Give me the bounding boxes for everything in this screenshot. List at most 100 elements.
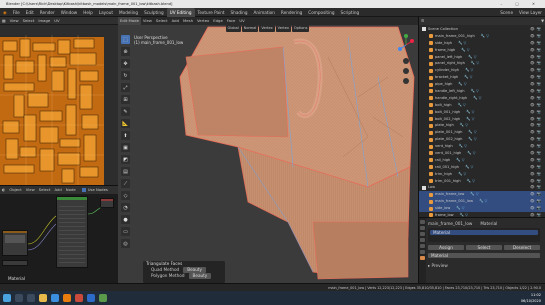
visibility-toggle-icon[interactable]: 👁📷 <box>530 178 545 185</box>
view-layer-selector[interactable]: View Layer <box>516 8 545 17</box>
visibility-toggle-icon[interactable]: 👁📷 <box>530 157 545 164</box>
modifier-icon[interactable]: 🔧▽ <box>467 150 476 157</box>
modifier-icon[interactable]: 🔧▽ <box>456 157 465 164</box>
system-clock[interactable]: 11:02 06/10/2020 <box>521 292 541 304</box>
browser-icon[interactable] <box>51 294 59 302</box>
viewport-menu-edge[interactable]: Edge <box>211 17 225 25</box>
visibility-toggle-icon[interactable]: 👁📷 <box>530 150 545 157</box>
task-view-icon[interactable] <box>27 294 35 302</box>
viewport-menu-face[interactable]: Face <box>225 17 238 25</box>
uv-menu-image[interactable]: Image <box>36 17 52 25</box>
visibility-toggle-icon[interactable]: 👁📷 <box>530 136 545 143</box>
modifier-icon[interactable]: 🔧▽ <box>458 40 467 47</box>
image-texture-node[interactable] <box>2 230 28 256</box>
outliner-row[interactable]: frame_high 🔧▽ 👁📷 <box>419 47 545 54</box>
outliner-row[interactable]: pipe_high 🔧▽ 👁📷 <box>419 81 545 88</box>
outliner-row[interactable]: plate_001_high 🔧▽ 👁📷 <box>419 129 545 136</box>
tab-scripting[interactable]: Scripting <box>338 8 363 17</box>
output-tab-icon[interactable] <box>420 232 425 236</box>
visibility-toggle-icon[interactable]: 👁📷 <box>530 26 545 33</box>
transform-tool-icon[interactable]: ⊞ <box>121 95 130 104</box>
modifier-icon[interactable]: 🔧▽ <box>470 191 479 198</box>
render-tab-icon[interactable] <box>420 226 425 230</box>
proportional-edit[interactable]: Vertex <box>275 25 291 32</box>
outliner-row[interactable]: Low 👁📷 <box>419 184 545 191</box>
visibility-toggle-icon[interactable]: 👁📷 <box>530 74 545 81</box>
deselect-button[interactable]: Deselect <box>504 245 540 250</box>
viewport-menu-add[interactable]: Add <box>170 17 181 25</box>
viewport-menu-select[interactable]: Select <box>154 17 170 25</box>
visibility-toggle-icon[interactable]: 👁📷 <box>530 95 545 102</box>
outliner-row[interactable]: rail_high 🔧▽ 👁📷 <box>419 157 545 164</box>
outliner-row[interactable]: main_frame_001_high 🔧▽ 👁📷 <box>419 33 545 40</box>
outliner-row[interactable]: side_high 🔧▽ 👁📷 <box>419 40 545 47</box>
modifier-icon[interactable]: 🔧▽ <box>468 136 477 143</box>
outliner-row[interactable]: plate_high 🔧▽ 👁📷 <box>419 122 545 129</box>
rotate-tool-icon[interactable]: ↻ <box>121 71 130 80</box>
tab-texture-paint[interactable]: Texture Paint <box>195 8 228 17</box>
transform-orientation[interactable]: Global <box>225 25 241 32</box>
outliner-row[interactable]: side_low 🔧▽ 👁📷 <box>419 205 545 213</box>
edge-slide-tool-icon[interactable]: ▭ <box>121 227 130 236</box>
outliner-row[interactable]: vent_high 🔧▽ 👁📷 <box>419 143 545 150</box>
shrink-tool-icon[interactable]: ◎ <box>121 239 130 248</box>
move-tool-icon[interactable]: ✥ <box>121 59 130 68</box>
uv-layout-canvas[interactable] <box>0 35 104 185</box>
visibility-toggle-icon[interactable]: 👁📷 <box>530 122 545 129</box>
material-slot-item[interactable]: Material <box>430 230 538 235</box>
data-tab-icon[interactable] <box>420 250 425 254</box>
3d-viewport[interactable]: Edit Mode View Select Add Mesh Vertex Ed… <box>118 17 418 283</box>
search-icon[interactable] <box>15 294 23 302</box>
loop-cut-tool-icon[interactable]: ▤ <box>121 167 130 176</box>
visibility-toggle-icon[interactable]: 👁📷 <box>530 33 545 40</box>
poly-build-tool-icon[interactable]: ◇ <box>121 191 130 200</box>
modifier-icon[interactable]: 🔧▽ <box>460 122 469 129</box>
visibility-toggle-icon[interactable]: 👁📷 <box>530 171 545 178</box>
substance-icon[interactable] <box>75 294 83 302</box>
node-editor-type-icon[interactable]: ◐ <box>0 186 7 194</box>
tab-sculpting[interactable]: Sculpting <box>141 8 167 17</box>
outliner-row[interactable]: handle_left_high 🔧▽ 👁📷 <box>419 88 545 95</box>
file-explorer-icon[interactable] <box>39 294 47 302</box>
maximize-button[interactable]: □ <box>515 2 524 6</box>
select-box-tool-icon[interactable]: ⬚ <box>121 35 130 44</box>
visibility-toggle-icon[interactable]: 👁📷 <box>530 109 545 116</box>
modifier-icon[interactable]: 🔧▽ <box>465 164 474 171</box>
mesh-model[interactable] <box>118 17 418 283</box>
annotate-tool-icon[interactable]: ✎ <box>121 107 130 116</box>
modifier-icon[interactable]: 🔧▽ <box>467 178 476 185</box>
modifier-icon[interactable]: 🔧▽ <box>473 95 482 102</box>
visibility-toggle-icon[interactable]: 👁📷 <box>530 164 545 171</box>
outliner-row[interactable]: panel_left_high 🔧▽ 👁📷 <box>419 54 545 61</box>
visibility-toggle-icon[interactable]: 👁📷 <box>530 129 545 136</box>
operator-redo-panel[interactable]: Triangulate Faces Quad Method Beauty Pol… <box>143 261 225 283</box>
app-icon[interactable] <box>99 294 107 302</box>
outliner-row[interactable]: bracket_high 🔧▽ 👁📷 <box>419 74 545 81</box>
tool-tab-icon[interactable] <box>420 220 425 224</box>
visibility-toggle-icon[interactable]: 👁📷 <box>530 102 545 109</box>
visibility-toggle-icon[interactable]: 👁📷 <box>530 198 545 205</box>
snap-target[interactable]: Vertex <box>259 25 275 32</box>
visibility-toggle-icon[interactable]: 👁📷 <box>530 67 545 74</box>
mode-selector[interactable]: Edit Mode <box>118 17 141 25</box>
visibility-toggle-icon[interactable]: 👁📷 <box>530 116 545 123</box>
modifier-icon[interactable]: 🔧▽ <box>468 54 477 61</box>
pivot-point[interactable]: Normal <box>241 25 259 32</box>
measure-tool-icon[interactable]: 📐 <box>121 119 130 128</box>
modifier-icon[interactable]: 🔧▽ <box>471 88 480 95</box>
options-menu[interactable]: Options <box>291 25 310 32</box>
photoshop-icon[interactable] <box>87 294 95 302</box>
tab-layout[interactable]: Layout <box>96 8 116 17</box>
assign-button[interactable]: Assign <box>428 245 464 250</box>
outliner-row[interactable]: bolt_002_high 🔧▽ 👁📷 <box>419 116 545 123</box>
outliner-row[interactable]: trim_001_high 🔧▽ 👁📷 <box>419 178 545 185</box>
visibility-toggle-icon[interactable]: 👁📷 <box>530 60 545 67</box>
tab-modeling[interactable]: Modeling <box>116 8 141 17</box>
menu-help[interactable]: Help <box>80 8 96 17</box>
modifier-icon[interactable]: 🔧▽ <box>458 102 467 109</box>
modifier-icon[interactable]: 🔧▽ <box>458 81 467 88</box>
outliner-row[interactable]: panel_right_high 🔧▽ 👁📷 <box>419 60 545 67</box>
modifier-icon[interactable]: 🔧▽ <box>456 205 465 212</box>
uv-menu-select[interactable]: Select <box>21 17 37 25</box>
tab-uv-editing[interactable]: UV Editing <box>166 7 195 17</box>
